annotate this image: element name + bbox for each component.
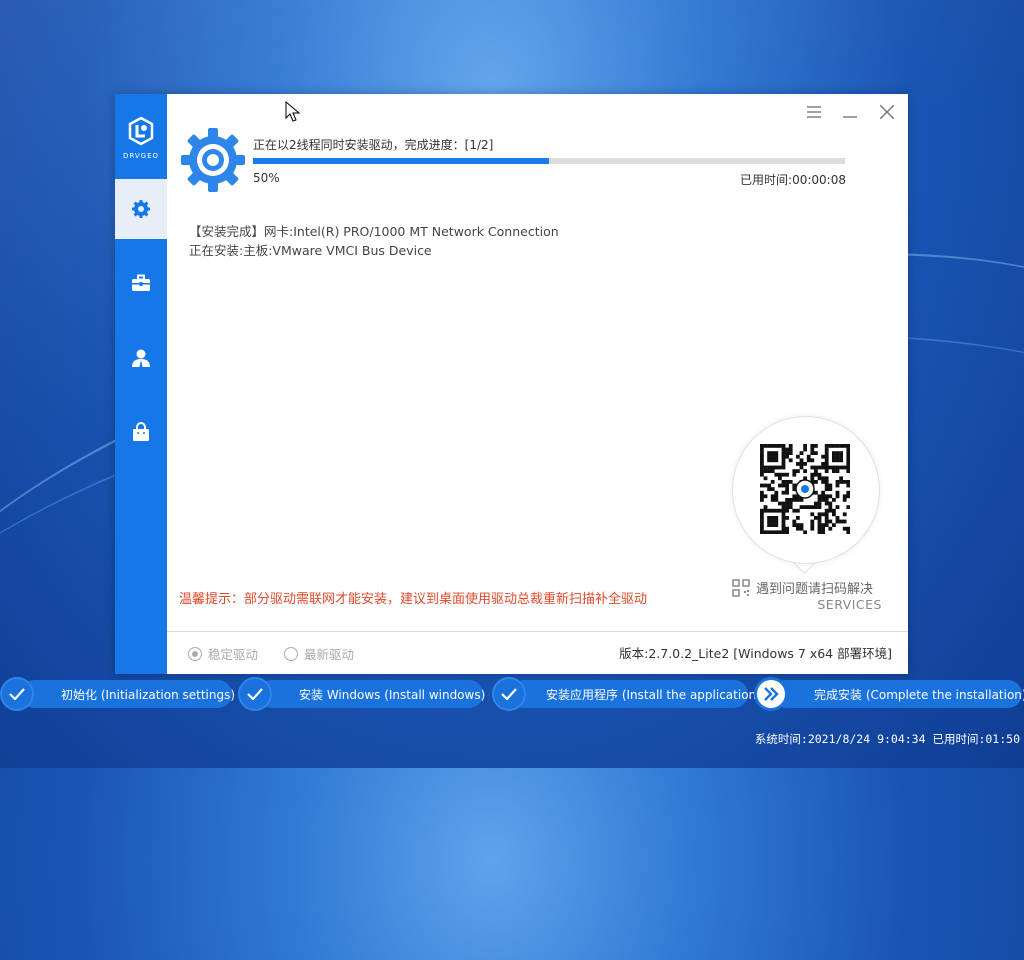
step-label: 安装 Windows (Install windows) (299, 687, 486, 702)
qr-code (760, 444, 851, 538)
installing-gear-icon (181, 128, 245, 196)
step-initialization: 初始化 (Initialization settings) (20, 680, 236, 708)
step-label: 安装应用程序 (Install the application) (546, 687, 761, 702)
step-complete-installation: 完成安装 (Complete the installation) (772, 680, 1024, 708)
step-install-windows: 安装 Windows (Install windows) (258, 680, 486, 708)
driver-installer-window: DRVGEO 正在以2线程同时安装驱动，完成进度：[1/2] 50% 已用时间:… (115, 94, 908, 674)
setup-steps: 初始化 (Initialization settings) 安装 Windows… (0, 677, 1024, 711)
qr-code-image (760, 444, 851, 535)
logo-icon (128, 116, 154, 146)
system-time: 系统时间:2021/8/24 9:04:34 已用时间:01:50 (754, 732, 1020, 746)
version-info: 版本:2.7.0.2_Lite2 [Windows 7 x64 部署环境] (619, 646, 892, 661)
progress-percent: 50% (253, 171, 280, 185)
warm-tip: 温馨提示：部分驱动需联网才能安装，建议到桌面使用驱动总裁重新扫描补全驱动 (179, 592, 648, 607)
log-line: 【安装完成】网卡:Intel(R) PRO/1000 MT Network Co… (189, 224, 559, 239)
install-progress-bar (253, 158, 845, 164)
stable-driver-label: 稳定驱动 (208, 647, 259, 662)
step-current-forward-icon (754, 677, 788, 711)
menu-button[interactable] (803, 102, 825, 122)
qr-scan-icon (732, 579, 750, 597)
sidebar-item-user[interactable] (115, 328, 167, 388)
logo-text: DRVGEO (122, 152, 160, 160)
step-done-check-icon (238, 677, 272, 711)
menu-icon (807, 106, 821, 118)
step-label: 完成安装 (Complete the installation) (814, 687, 1024, 702)
user-icon (132, 349, 150, 367)
app-logo: DRVGEO (115, 116, 167, 160)
log-line: 正在安装:主板:VMware VMCI Bus Device (189, 243, 432, 258)
latest-driver-label: 最新驱动 (304, 647, 355, 662)
step-done-check-icon (0, 677, 34, 711)
sidebar: DRVGEO (115, 94, 167, 674)
radio-icon (284, 646, 298, 661)
sidebar-item-store[interactable] (115, 402, 167, 462)
minimize-button[interactable] (839, 102, 861, 122)
mouse-cursor-icon (285, 100, 301, 127)
bottom-bar: 稳定驱动 最新驱动 版本:2.7.0.2_Lite2 [Windows 7 x6… (167, 631, 908, 675)
sidebar-item-tools[interactable] (115, 253, 167, 313)
progress-fill (253, 158, 549, 164)
sidebar-item-drivers[interactable] (115, 179, 167, 239)
close-icon (880, 105, 894, 119)
qr-services-label: SERVICES (817, 597, 882, 612)
install-status: 正在以2线程同时安装驱动，完成进度：[1/2] (253, 138, 494, 152)
step-label: 初始化 (Initialization settings) (61, 687, 236, 702)
step-done-check-icon (492, 677, 526, 711)
close-button[interactable] (876, 102, 898, 122)
gear-icon (132, 200, 150, 218)
step-install-application: 安装应用程序 (Install the application) (510, 680, 761, 708)
qr-help: 遇到问题请扫码解决 (732, 578, 873, 597)
toolbox-icon (132, 274, 150, 291)
radio-selected-icon (188, 646, 202, 661)
stable-driver-option[interactable]: 稳定驱动 (188, 644, 258, 663)
bag-icon (133, 422, 149, 441)
qr-help-label: 遇到问题请扫码解决 (756, 582, 874, 597)
elapsed-time: 已用时间:00:00:08 (740, 173, 846, 187)
minimize-icon (843, 116, 857, 118)
latest-driver-option[interactable]: 最新驱动 (284, 644, 354, 663)
